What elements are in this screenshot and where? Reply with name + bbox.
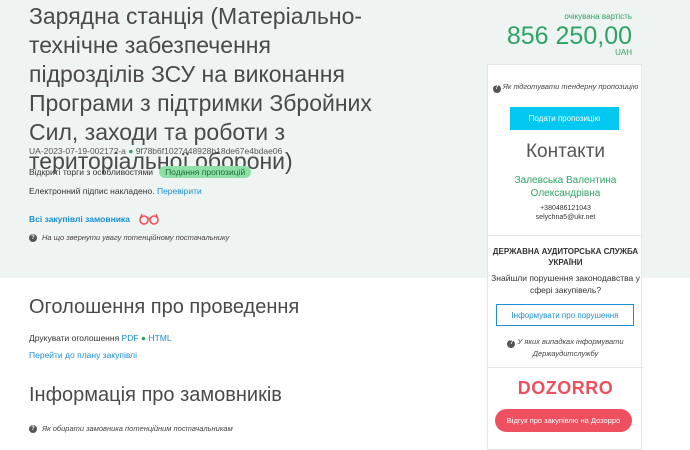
all-purchases-row: Всі закупівлі замовника: [29, 213, 160, 225]
report-violation-button[interactable]: Інформувати про порушення: [496, 304, 634, 326]
dasu-question: Знайшли порушення законодавства у сфері …: [491, 273, 640, 295]
signature-line: Електронний підпис накладено. Перевірити: [29, 186, 202, 196]
print-pdf-link[interactable]: PDF: [122, 333, 139, 343]
tender-id: UA-2023-07-19-002172-a: [29, 146, 126, 156]
glasses-icon[interactable]: [138, 213, 160, 225]
announcement-heading: Оголошення про проведення: [29, 296, 300, 318]
print-line: Друкувати оголошення PDF ● HTML: [29, 333, 172, 343]
procedure-type: Відкриті торги з особливостями: [29, 167, 154, 177]
tender-id-line: UA-2023-07-19-002172-a ● 9f78b6f10274489…: [29, 146, 282, 156]
attention-hint-text: На що звернути увагу потенційному постач…: [42, 233, 230, 242]
tender-prep-hint[interactable]: ? Як підготувати тендерну пропозицію: [488, 81, 643, 93]
price-currency: UAH: [615, 48, 632, 57]
separator-dot: ●: [140, 333, 147, 343]
dasu-hint-text: У яких випадках інформувати Держаудитслу…: [517, 337, 624, 358]
price-amount: 856 250,00: [506, 22, 632, 50]
tender-hash: 9f78b6f1027448928b18de67e4bdae06: [135, 146, 283, 156]
price-label: очікувана вартість: [564, 12, 632, 21]
signature-text: Електронний підпис накладено.: [29, 186, 155, 196]
separator-dot: ●: [128, 146, 134, 156]
dasu-hint[interactable]: ? У яких випадках інформувати Держаудитс…: [488, 336, 643, 359]
tender-prep-hint-text: Як підготувати тендерну пропозицію: [502, 82, 639, 91]
print-label: Друкувати оголошення: [29, 333, 120, 343]
plan-link[interactable]: Перейти до плану закупівлі: [29, 350, 137, 360]
verify-signature-link[interactable]: Перевірити: [157, 186, 202, 196]
status-badge: Подання пропозицій: [159, 166, 252, 178]
dozorro-feedback-button[interactable]: Відгук про закупівлю на Дозорро: [495, 409, 632, 432]
procedure-line: Відкриті торги з особливостями Подання п…: [29, 166, 252, 178]
contacts-heading: Контакти: [525, 141, 606, 162]
sidebar: ? Як підготувати тендерну пропозицію Под…: [487, 64, 643, 450]
contact-phone: +380486121043: [540, 205, 591, 212]
customers-hint[interactable]: ? Як обирати замовника потенційним поста…: [29, 424, 233, 433]
question-circle-icon: ?: [492, 84, 501, 93]
print-html-link[interactable]: HTML: [148, 333, 171, 343]
submit-proposal-button[interactable]: Подати пропозицію: [510, 107, 619, 130]
divider: [488, 235, 643, 236]
attention-hint[interactable]: ? На що звернути увагу потенційному пост…: [29, 233, 229, 242]
customers-hint-text: Як обирати замовника потенційним постача…: [42, 424, 233, 433]
customers-heading: Інформація про замовників: [29, 384, 282, 406]
dozorro-logo: DOZORRO: [517, 378, 614, 398]
divider: [488, 367, 643, 368]
question-circle-icon: ?: [507, 339, 516, 348]
all-purchases-link[interactable]: Всі закупівлі замовника: [29, 214, 130, 224]
dasu-heading: ДЕРЖАВНА АУДИТОРСЬКА СЛУЖБА УКРАЇНИ: [492, 247, 639, 267]
contact-email: selychna5@ukr.net: [535, 214, 596, 221]
question-circle-icon: ?: [29, 424, 37, 433]
contact-name: Залевська Валентина Олександрівна: [514, 175, 617, 199]
question-circle-icon: ?: [29, 233, 37, 242]
